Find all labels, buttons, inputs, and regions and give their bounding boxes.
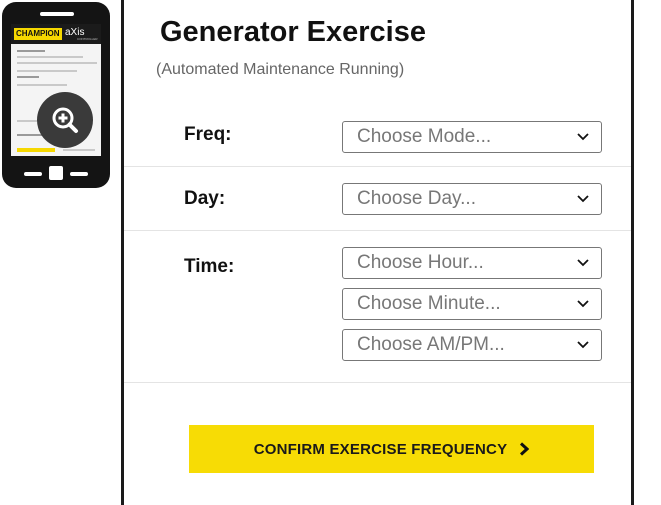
page-title: Generator Exercise (160, 16, 426, 48)
exercise-panel: Generator Exercise (Automated Maintenanc… (121, 0, 634, 505)
page-subtitle: (Automated Maintenance Running) (156, 61, 405, 78)
screen-line (63, 149, 95, 151)
chevron-down-icon (577, 133, 589, 141)
chevron-down-icon (577, 259, 589, 267)
divider (124, 382, 631, 383)
freq-select-value: Choose Mode... (357, 126, 492, 147)
confirm-exercise-button[interactable]: CONFIRM EXERCISE FREQUENCY (189, 425, 594, 473)
freq-select[interactable]: Choose Mode... (342, 121, 602, 153)
hour-select[interactable]: Choose Hour... (342, 247, 602, 279)
chevron-down-icon (577, 300, 589, 308)
hour-select-value: Choose Hour... (357, 252, 484, 273)
screen-line (17, 120, 37, 122)
day-select-value: Choose Day... (357, 188, 476, 209)
chevron-down-icon (577, 341, 589, 349)
freq-label: Freq: (184, 124, 232, 145)
screen-line (17, 70, 77, 72)
time-label: Time: (184, 256, 235, 277)
screen-line (17, 62, 97, 64)
product-logo-sub: CONTROLLER (77, 37, 98, 41)
zoom-in-icon[interactable] (37, 92, 93, 148)
phone-screen: CHAMPION aXis CONTROLLER (11, 24, 101, 156)
phone-buttons (2, 164, 110, 184)
screen-line (17, 76, 39, 78)
screen-line (17, 84, 67, 86)
minute-select-value: Choose Minute... (357, 293, 501, 314)
screen-line (17, 50, 45, 52)
day-label: Day: (184, 188, 226, 209)
confirm-button-label: CONFIRM EXERCISE FREQUENCY (253, 440, 508, 458)
phone-speaker (40, 12, 74, 16)
phone-menu-button (70, 172, 88, 176)
screen-line (17, 56, 83, 58)
phone-home-button (49, 166, 63, 180)
screen-yellow-button (17, 148, 55, 152)
ampm-select-value: Choose AM/PM... (357, 334, 505, 355)
minute-select[interactable]: Choose Minute... (342, 288, 602, 320)
day-select[interactable]: Choose Day... (342, 183, 602, 215)
phone-thumbnail[interactable]: CHAMPION aXis CONTROLLER (2, 2, 110, 188)
brand-logo: CHAMPION (14, 28, 62, 40)
ampm-select[interactable]: Choose AM/PM... (342, 329, 602, 361)
chevron-down-icon (577, 195, 589, 203)
phone-brand-bar: CHAMPION aXis CONTROLLER (11, 24, 101, 44)
divider (124, 230, 631, 231)
chevron-right-icon (520, 442, 530, 456)
phone-back-button (24, 172, 42, 176)
divider (124, 166, 631, 167)
